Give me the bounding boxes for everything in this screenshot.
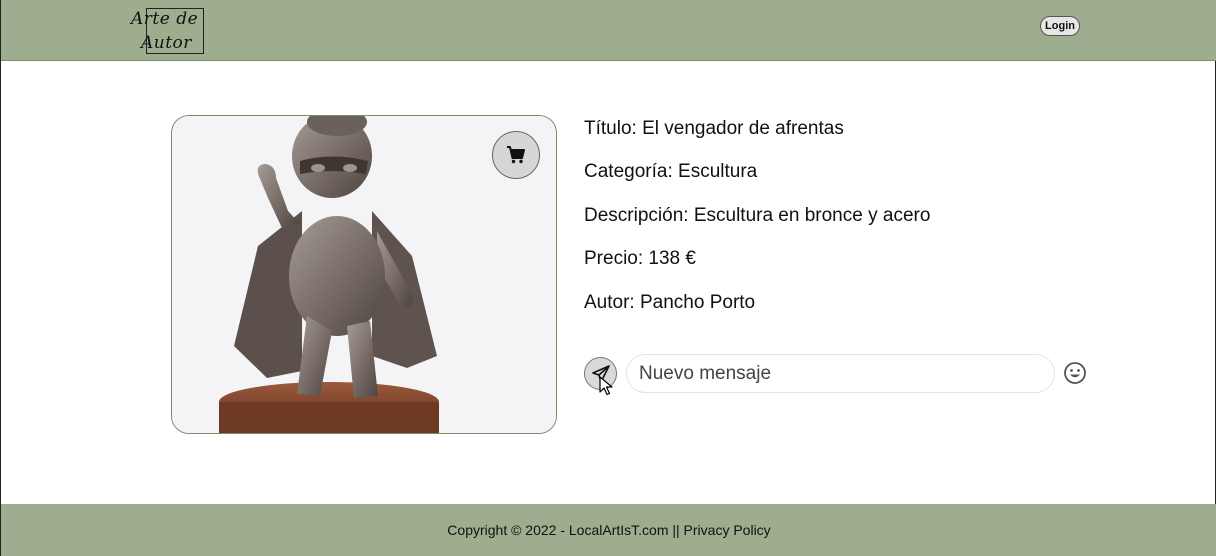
logo-text-line1: Arte de [131,9,199,29]
product-price-value: 138 € [648,248,696,269]
product-category-value: Escultura [678,161,758,182]
product-price: Precio: 138 € [584,248,696,270]
product-author-label: Autor: [584,292,635,313]
logo-text-line2: Autor [141,33,192,53]
copyright-text: Copyright © 2022 - LocalArtIsT.com | [447,522,677,538]
privacy-policy-link[interactable]: | Privacy Policy [676,522,771,538]
product-price-label: Precio: [584,248,644,269]
product-title-label: Título: [584,118,637,139]
product-category-label: Categoría: [584,161,673,182]
product-description: Descripción: Escultura en bronce y acero [584,205,930,227]
product-author: Autor: Pancho Porto [584,292,755,314]
product-title: Título: El vengador de afrentas [584,118,844,140]
shopping-cart-icon [507,146,525,164]
site-header: Arte de Autor Login [1,0,1216,61]
paper-plane-icon [591,364,610,383]
login-button[interactable]: Login [1040,16,1080,36]
add-to-cart-button[interactable] [492,131,540,179]
product-category: Categoría: Escultura [584,161,757,183]
product-description-label: Descripción: [584,205,689,226]
site-logo[interactable]: Arte de Autor [131,3,217,57]
message-input[interactable] [626,354,1055,393]
product-title-value: El vengador de afrentas [642,118,844,139]
product-description-value: Escultura en bronce y acero [693,205,931,226]
product-author-value: Pancho Porto [639,292,756,313]
smiley-icon[interactable] [1063,361,1087,385]
send-message-button[interactable] [584,357,617,390]
site-footer: Copyright © 2022 - LocalArtIsT.com | | P… [1,504,1216,556]
